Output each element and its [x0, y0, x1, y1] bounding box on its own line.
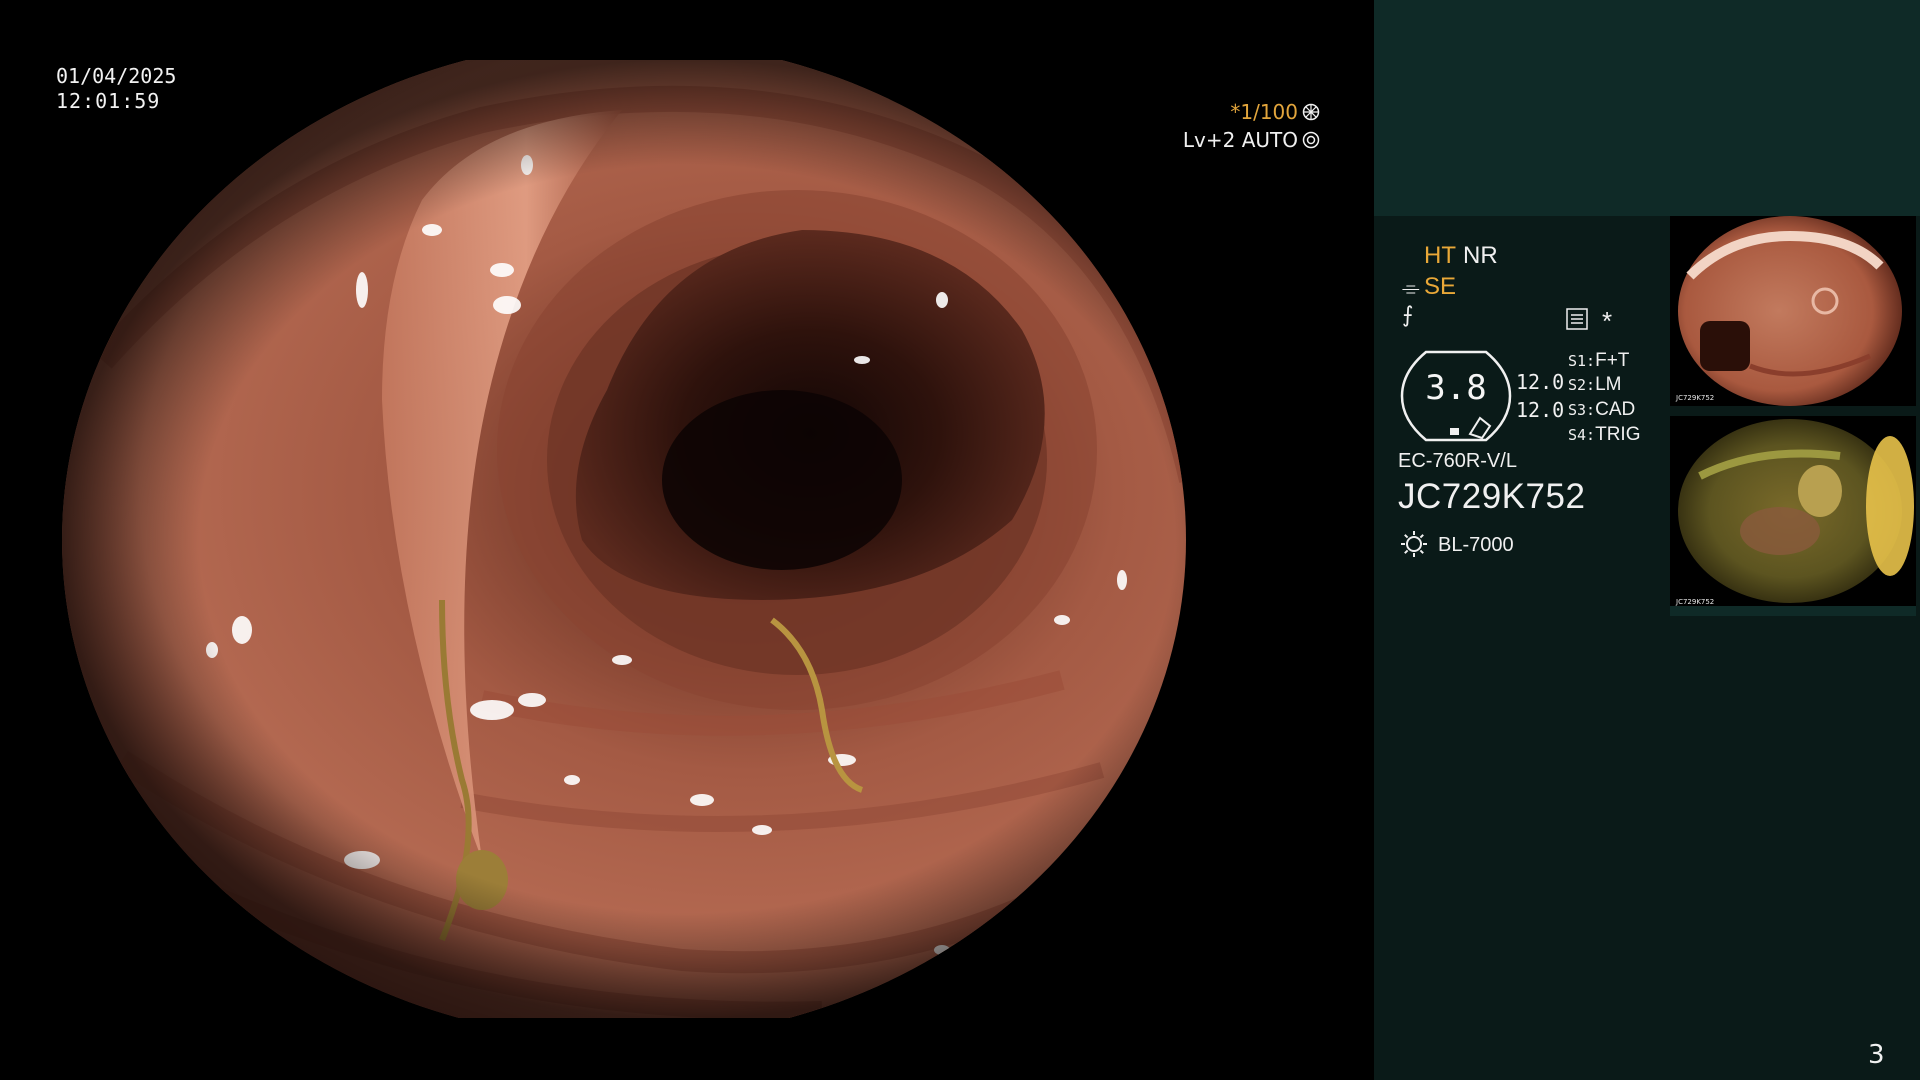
colon-lumen-image [62, 60, 1186, 1018]
switch-key: S3: [1568, 401, 1596, 419]
thumbnail-2[interactable]: JC729K752 [1670, 416, 1916, 616]
level-text: Lv+2 AUTO [1182, 128, 1298, 152]
zoom-text: *1/100 [1230, 100, 1298, 124]
light-source-icon [1401, 531, 1427, 557]
switch-value: F+T [1595, 350, 1630, 371]
switch-value: LM [1595, 374, 1622, 395]
thumbnail-image [1678, 216, 1902, 406]
light-source-label: BL-7000 [1438, 534, 1514, 556]
se-label: SE [1424, 273, 1457, 300]
switch-key: S1: [1568, 352, 1596, 370]
value-2: 12.0 [1516, 398, 1565, 422]
value-1: 12.0 [1516, 370, 1565, 394]
thumbnail-image [1678, 419, 1914, 603]
scope-model: EC-760R-V/L [1398, 450, 1517, 472]
brightness-level-indicator: Lv+2 AUTO [1183, 128, 1320, 152]
ht-label: HT [1424, 242, 1456, 269]
switch-key: S2: [1568, 376, 1596, 394]
menu-list-icon [1566, 308, 1588, 330]
switch-1: S1:F+T [1568, 350, 1629, 372]
scope-serial: JC729K752 [1398, 477, 1586, 516]
switch-value: CAD [1595, 399, 1636, 420]
nr-label: NR [1463, 242, 1498, 269]
switch-3: S3:CAD [1568, 399, 1635, 421]
switch-value: TRIG [1595, 424, 1641, 445]
thumbnail-footer [1670, 606, 1916, 616]
thumbnail-serial: JC729K752 [1676, 598, 1715, 606]
switch-key: S4: [1568, 426, 1596, 444]
switch-4: S4:TRIG [1568, 424, 1640, 446]
panel-header-area [1374, 0, 1920, 216]
shutter-zoom-indicator: *1/100 [1230, 100, 1320, 124]
date-display: 01/04/2025 [56, 64, 177, 88]
aperture-icon [1302, 103, 1320, 121]
endoscopy-screen: 01/04/2025 12:01:59 *1/100 Lv+2 AUTO HT … [0, 0, 1920, 1080]
gauge-value: 3.8 [1425, 368, 1487, 408]
thumbnail-1[interactable]: JC729K752 [1670, 216, 1916, 406]
time-display: 12:01:59 [56, 89, 161, 113]
se-mode-icon: ⌯ [1402, 275, 1420, 300]
star-icon: * [1602, 306, 1613, 336]
iris-icon [1302, 131, 1320, 149]
endoscopic-view [62, 60, 1312, 1018]
switch-2: S2:LM [1568, 374, 1622, 396]
thumbnail-serial: JC729K752 [1676, 394, 1715, 402]
page-number: 3 [1868, 1040, 1885, 1070]
function-icon: ⨍ [1402, 302, 1414, 327]
